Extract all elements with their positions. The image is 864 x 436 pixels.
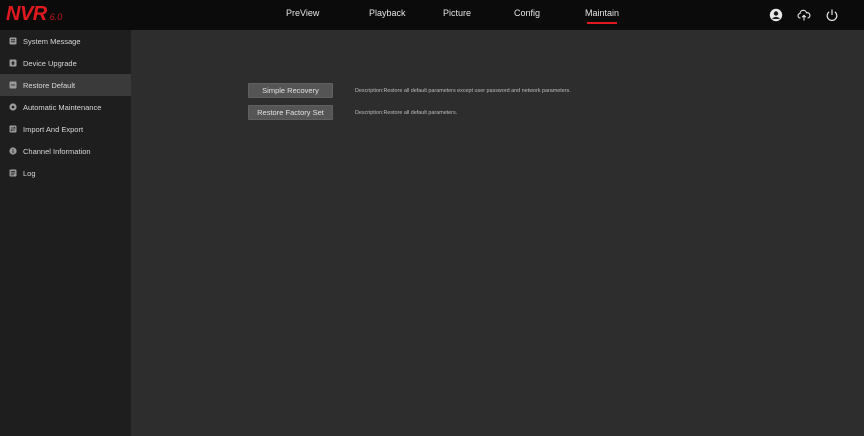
restore-factory-description: Description:Restore all default paramete… bbox=[355, 109, 458, 116]
nav-maintain[interactable]: Maintain bbox=[585, 8, 620, 24]
upgrade-icon bbox=[9, 59, 17, 67]
brand-version: 6.0 bbox=[49, 12, 63, 22]
sidebar-item-label: Device Upgrade bbox=[23, 58, 77, 68]
log-icon bbox=[9, 169, 17, 177]
sidebar-item-label: Log bbox=[23, 168, 36, 178]
sidebar-item-label: System Message bbox=[23, 36, 81, 46]
nav-config[interactable]: Config bbox=[514, 8, 540, 18]
sidebar-item-log[interactable]: Log bbox=[0, 162, 131, 184]
nav-maintain-label: Maintain bbox=[585, 8, 620, 18]
active-nav-indicator bbox=[587, 22, 618, 24]
sidebar-item-automatic-maintenance[interactable]: Automatic Maintenance bbox=[0, 96, 131, 118]
simple-recovery-description: Description:Restore all default paramete… bbox=[355, 87, 571, 94]
document-icon bbox=[9, 37, 17, 45]
gear-icon bbox=[9, 103, 17, 111]
user-icon[interactable] bbox=[767, 6, 784, 23]
restore-factory-button[interactable]: Restore Factory Set bbox=[248, 105, 333, 120]
simple-recovery-button[interactable]: Simple Recovery bbox=[248, 83, 333, 98]
brand-logo: NVR 6.0 bbox=[6, 3, 62, 27]
brand-name: NVR bbox=[6, 3, 47, 25]
import-export-icon bbox=[9, 125, 17, 133]
sidebar-item-device-upgrade[interactable]: Device Upgrade bbox=[0, 52, 131, 74]
sidebar-item-system-message[interactable]: System Message bbox=[0, 30, 131, 52]
cloud-upload-icon[interactable] bbox=[795, 6, 812, 23]
sidebar-item-label: Channel Information bbox=[23, 146, 91, 156]
power-icon[interactable] bbox=[823, 6, 840, 23]
info-icon bbox=[9, 147, 17, 155]
sidebar-item-import-and-export[interactable]: Import And Export bbox=[0, 118, 131, 140]
sidebar-item-label: Restore Default bbox=[23, 80, 76, 90]
nav-playback[interactable]: Playback bbox=[369, 8, 406, 18]
nav-preview[interactable]: PreView bbox=[286, 8, 319, 18]
restore-icon bbox=[9, 81, 17, 89]
nav-picture[interactable]: Picture bbox=[443, 8, 471, 18]
sidebar-item-restore-default[interactable]: Restore Default bbox=[0, 74, 131, 96]
sidebar-item-label: Automatic Maintenance bbox=[23, 102, 102, 112]
top-bar: NVR 6.0 PreView Playback Picture Config … bbox=[0, 0, 864, 30]
sidebar-item-channel-information[interactable]: Channel Information bbox=[0, 140, 131, 162]
sidebar: System Message Device Upgrade Restore De… bbox=[0, 30, 131, 436]
top-icons bbox=[767, 6, 840, 23]
sidebar-item-label: Import And Export bbox=[23, 124, 84, 134]
